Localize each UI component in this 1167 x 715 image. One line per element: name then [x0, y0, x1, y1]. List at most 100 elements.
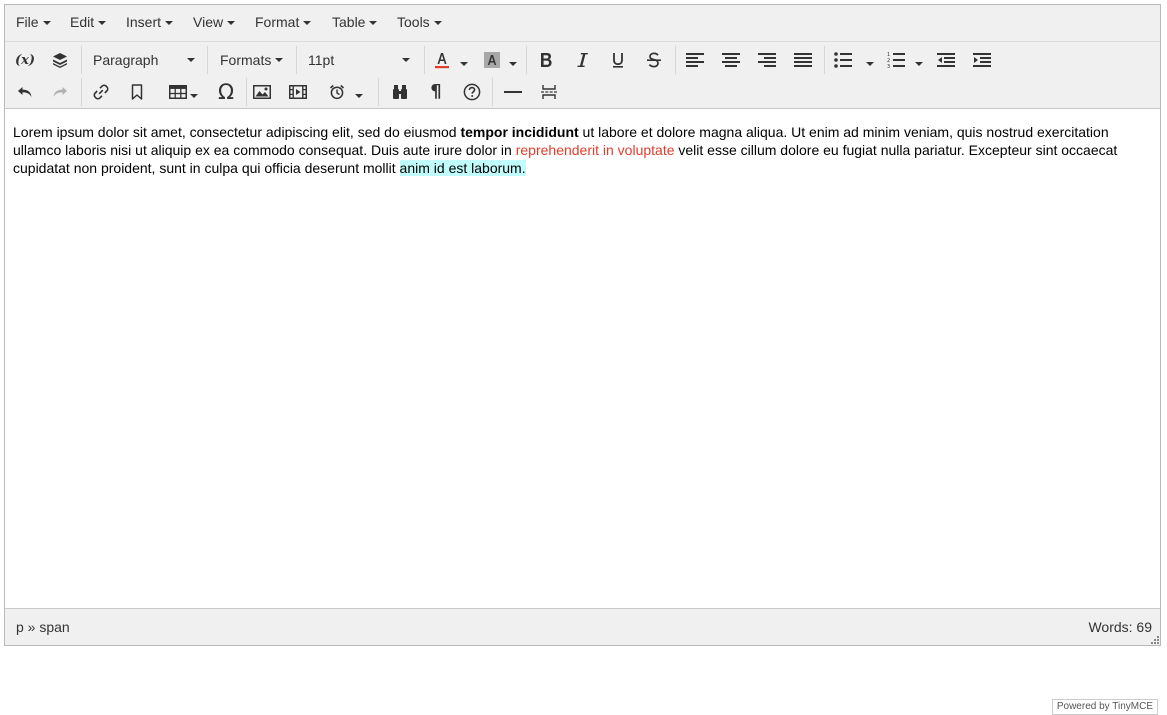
chevron-down-icon	[98, 21, 107, 26]
find-replace-icon	[393, 85, 407, 99]
media-icon	[289, 85, 307, 99]
indent-button[interactable]	[967, 46, 997, 74]
find-replace-button[interactable]	[385, 78, 415, 106]
toolbar-separator	[824, 46, 825, 74]
visual-chars-button[interactable]: ¶	[421, 78, 451, 106]
insert-image-button[interactable]	[247, 78, 277, 106]
outdent-icon	[937, 53, 955, 67]
background-color-button[interactable]	[477, 46, 507, 74]
toolbar-separator	[207, 46, 208, 74]
menu-format[interactable]: Format	[255, 5, 312, 41]
chevron-down-icon	[187, 58, 195, 62]
special-character-button[interactable]: Ω	[211, 78, 241, 106]
block-format-select[interactable]: Paragraph	[85, 46, 199, 74]
table-icon	[169, 85, 187, 99]
word-count: Words: 69	[1088, 619, 1152, 635]
undo-button[interactable]	[10, 78, 40, 106]
numbered-list-button[interactable]: 123	[881, 46, 911, 74]
horizontal-rule-icon	[504, 91, 522, 93]
outdent-button[interactable]	[931, 46, 961, 74]
element-path[interactable]: p » span	[16, 619, 70, 635]
menu-tools-label: Tools	[397, 14, 430, 30]
table-dropdown[interactable]	[190, 94, 198, 98]
text-color-dropdown[interactable]	[460, 62, 468, 66]
toolbar: (x) Paragraph Formats 11pt 1 2 3 Ω ¶	[5, 42, 1160, 109]
help-button[interactable]	[457, 78, 487, 106]
content-paragraph[interactable]: Lorem ipsum dolor sit amet, consectetur …	[5, 109, 1160, 177]
toolbar-separator	[492, 78, 493, 106]
menu-file-label: File	[16, 14, 39, 30]
bullet-list-icon	[834, 52, 852, 68]
background-color-dropdown[interactable]	[509, 62, 517, 66]
chevron-down-icon	[369, 21, 378, 26]
special-char-icon: Ω	[217, 80, 235, 104]
insert-link-button[interactable]	[86, 78, 116, 106]
menubar: File Edit Insert View Format Table Tools	[5, 5, 1160, 42]
variable-icon: (x)	[14, 52, 36, 68]
page-break-button[interactable]	[534, 78, 564, 106]
underline-button[interactable]	[603, 46, 633, 74]
insert-variable-button[interactable]: (x)	[10, 46, 40, 74]
clock-icon	[329, 84, 345, 100]
menu-tools[interactable]: Tools	[397, 5, 442, 41]
chevron-down-icon	[402, 58, 410, 62]
insert-datetime-button[interactable]	[322, 78, 352, 106]
toolbar-separator	[424, 46, 425, 74]
bold-text: tempor incididunt	[460, 124, 579, 140]
align-center-button[interactable]	[716, 46, 746, 74]
powered-by-branding[interactable]: Powered by TinyMCE	[1051, 699, 1158, 715]
numbered-list-dropdown[interactable]	[915, 62, 923, 66]
justify-icon	[794, 53, 812, 67]
toolbar-separator	[378, 78, 379, 106]
statusbar: p » span Words: 69	[5, 608, 1160, 645]
svg-text:3: 3	[887, 64, 890, 69]
menu-edit-label: Edit	[70, 14, 95, 30]
highlighted-text: anim id est laborum.	[399, 160, 526, 176]
chevron-down-icon	[275, 58, 283, 62]
menu-file[interactable]: File	[16, 5, 51, 41]
menu-edit[interactable]: Edit	[70, 5, 107, 41]
align-left-icon	[686, 53, 704, 67]
anchor-button[interactable]	[122, 78, 152, 106]
menu-table[interactable]: Table	[332, 5, 378, 41]
red-text: reprehenderit in voluptate	[515, 142, 675, 158]
align-left-button[interactable]	[680, 46, 710, 74]
menu-insert[interactable]: Insert	[126, 5, 174, 41]
chevron-down-icon	[227, 21, 236, 26]
link-icon	[93, 84, 109, 100]
page-break-icon	[541, 85, 557, 99]
text-color-button[interactable]	[427, 46, 457, 74]
align-center-icon	[722, 53, 740, 67]
bullet-list-button[interactable]	[828, 46, 858, 74]
toolbar-separator	[81, 78, 82, 106]
bold-icon	[541, 53, 552, 67]
bullet-list-dropdown[interactable]	[866, 62, 874, 66]
paragraph-mark-icon: ¶	[430, 81, 442, 102]
align-right-button[interactable]	[752, 46, 782, 74]
horizontal-rule-button[interactable]	[498, 78, 528, 106]
italic-button[interactable]	[567, 46, 597, 74]
chevron-down-icon	[42, 21, 51, 26]
chevron-down-icon	[165, 21, 174, 26]
chevron-down-icon	[303, 21, 312, 26]
table-button[interactable]	[163, 78, 193, 106]
template-button[interactable]	[45, 46, 75, 74]
datetime-dropdown[interactable]	[355, 94, 363, 98]
template-icon	[53, 53, 67, 68]
redo-button[interactable]	[45, 78, 75, 106]
strikethrough-button[interactable]	[639, 46, 669, 74]
font-size-select[interactable]: 11pt	[300, 46, 418, 74]
underline-icon	[613, 53, 623, 68]
editor-content-area[interactable]: Lorem ipsum dolor sit amet, consectetur …	[5, 109, 1160, 715]
numbered-list-icon: 123	[887, 52, 905, 69]
formats-select[interactable]: Formats	[212, 46, 294, 74]
insert-media-button[interactable]	[283, 78, 313, 106]
toolbar-separator	[296, 46, 297, 74]
align-right-icon	[758, 53, 776, 67]
resize-handle-icon[interactable]	[1151, 636, 1159, 644]
strikethrough-icon	[647, 52, 661, 68]
redo-icon	[53, 87, 67, 97]
justify-button[interactable]	[788, 46, 818, 74]
menu-view[interactable]: View	[193, 5, 236, 41]
bold-button[interactable]	[531, 46, 561, 74]
